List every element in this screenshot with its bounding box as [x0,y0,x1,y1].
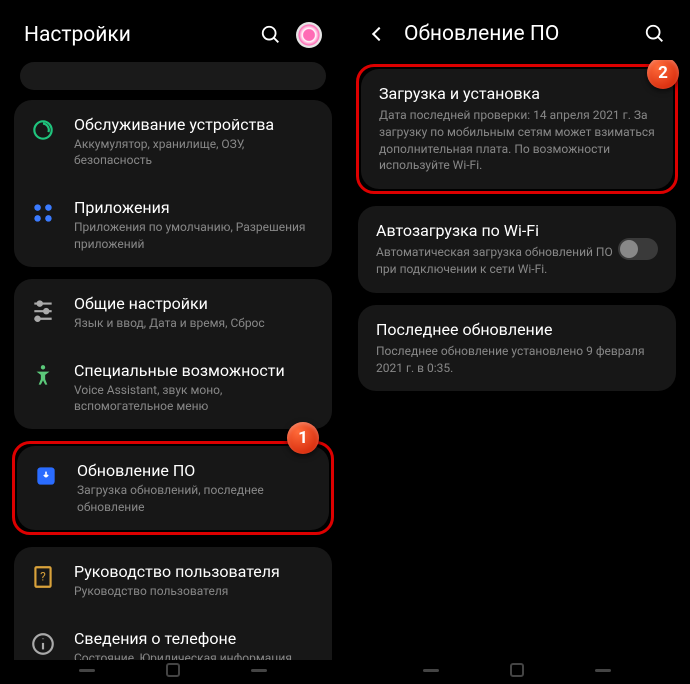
item-sub: Руководство пользователя [74,583,316,599]
home-icon[interactable] [166,663,180,677]
item-accessibility[interactable]: Специальные возможности Voice Assistant, … [14,346,332,429]
card-sub: Последнее обновление установлено 9 февра… [376,343,658,377]
care-icon [30,117,56,143]
item-auto-wifi[interactable]: Автозагрузка по Wi-Fi Автоматическая заг… [358,206,676,293]
item-title: Приложения [74,198,316,217]
back-button[interactable] [368,23,390,45]
step-badge-2: 2 [647,60,679,89]
item-download-install[interactable]: Загрузка и установка Дата последней пров… [361,69,673,189]
item-title: Обслуживание устройства [74,115,316,134]
recent-icon[interactable] [79,669,95,672]
item-device-care[interactable]: Обслуживание устройства Аккумулятор, хран… [14,100,332,183]
item-title: Обновление ПО [77,461,313,480]
card-title: Загрузка и установка [379,84,655,103]
back-icon[interactable] [251,669,267,672]
card-sub: Автоматическая загрузка обновлений ПО пр… [376,244,618,278]
header: Настройки [4,4,342,62]
wifi-toggle[interactable] [618,238,658,260]
accessibility-icon [30,363,56,389]
item-title: Руководство пользователя [74,562,316,581]
card-sub: Дата последней проверки: 14 апреля 2021 … [379,107,655,174]
navbar [348,660,686,680]
avatar[interactable] [296,22,322,48]
recent-icon[interactable] [423,669,439,672]
search-icon[interactable] [260,24,282,46]
collapsed-item[interactable] [20,62,326,90]
update-icon [33,463,59,489]
item-about-phone[interactable]: Сведения о телефоне Состояние, Юридическа… [14,614,332,660]
update-screen: Обновление ПО 2 Загрузка и установка Дат… [348,4,686,680]
settings-list: Обслуживание устройства Аккумулятор, хран… [4,62,342,660]
back-icon[interactable] [595,669,611,672]
item-sub: Voice Assistant, звук моно, вспомогатель… [74,382,316,414]
apps-icon [30,200,56,226]
item-sub: Состояние, Юридическая информация, Имя т… [74,650,316,660]
svg-text:?: ? [40,569,46,583]
item-sub: Загрузка обновлений, последнее обновлени… [77,482,313,514]
item-title: Общие настройки [74,294,316,313]
settings-screen: Настройки Обслуживание устройства Аккумул… [4,4,342,680]
highlight-1: 1 Обновление ПОЗагрузка обновлений, посл… [12,441,334,534]
item-general[interactable]: Общие настройки Язык и ввод, Дата и время… [14,279,332,346]
item-title: Сведения о телефоне [74,629,316,648]
navbar [4,660,342,680]
update-list: 2 Загрузка и установка Дата последней пр… [348,60,686,660]
highlight-2: 2 Загрузка и установка Дата последней пр… [356,64,678,194]
item-sub: Язык и ввод, Дата и время, Сброс [74,315,316,331]
item-sub: Приложения по умолчанию, Разрешения прил… [74,219,316,251]
item-last-update[interactable]: Последнее обновление Последнее обновлени… [358,305,676,392]
item-title: Специальные возможности [74,361,316,380]
page-title: Обновление ПО [404,22,630,46]
home-icon[interactable] [510,663,524,677]
sliders-icon [30,296,56,322]
item-software-update[interactable]: Обновление ПО Загрузка обновлений, послед… [17,446,329,529]
card-title: Автозагрузка по Wi-Fi [376,221,618,240]
item-apps[interactable]: Приложения Приложения по умолчанию, Разре… [14,183,332,266]
info-icon [30,631,56,657]
card-title: Последнее обновление [376,320,658,339]
header: Обновление ПО [348,4,686,60]
item-sub: Аккумулятор, хранилище, ОЗУ, безопасност… [74,136,316,168]
manual-icon: ? [30,564,56,590]
page-title: Настройки [24,23,246,47]
search-icon[interactable] [644,23,666,45]
item-manual[interactable]: ? Руководство пользователя Руководство по… [14,547,332,614]
